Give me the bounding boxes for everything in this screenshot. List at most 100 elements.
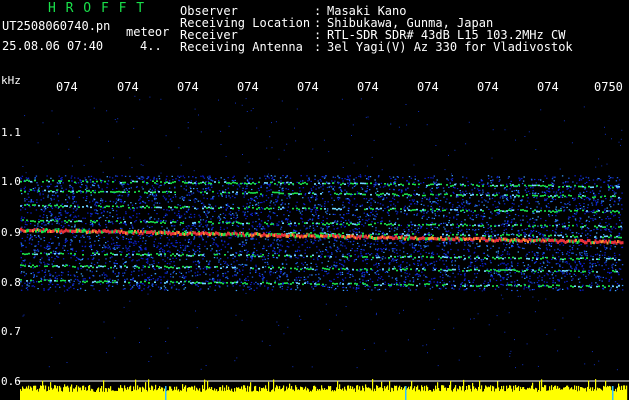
- time-tick: 074: [117, 80, 139, 94]
- noise-speck: [256, 127, 258, 129]
- noise-speck: [342, 167, 344, 168]
- noise-speck: [477, 313, 479, 315]
- noise-speck: [341, 98, 343, 100]
- signal-line: [22, 251, 620, 261]
- noise-speck: [426, 344, 428, 346]
- time-tick: 074: [56, 80, 78, 94]
- noise-speck: [492, 129, 494, 131]
- noise-speck: [133, 127, 135, 129]
- noise-speck: [583, 106, 585, 108]
- noise-speck: [292, 366, 294, 368]
- noise-speck: [281, 100, 283, 102]
- noise-speck: [147, 293, 149, 295]
- noise-speck: [148, 327, 150, 329]
- noise-speck: [218, 99, 219, 101]
- noise-speck: [160, 172, 162, 174]
- signal-line: [20, 264, 618, 273]
- noise-speck: [165, 341, 167, 342]
- noise-speck: [479, 355, 481, 357]
- noise-speck: [508, 312, 510, 314]
- noise-speck: [616, 369, 618, 371]
- noise-speck: [381, 169, 383, 171]
- noise-speck: [296, 108, 298, 110]
- noise-speck: [271, 147, 273, 149]
- noise-speck: [113, 157, 115, 159]
- noise-speck: [68, 148, 70, 150]
- noise-speck: [114, 337, 116, 339]
- noise-speck: [335, 314, 337, 316]
- noise-speck: [194, 108, 196, 110]
- noise-speck: [491, 157, 493, 159]
- noise-speck: [571, 142, 573, 144]
- noise-speck: [312, 148, 314, 150]
- noise-speck: [504, 129, 506, 131]
- noise-speck: [241, 104, 243, 106]
- noise-speck: [468, 121, 470, 123]
- noise-speck: [510, 350, 512, 352]
- noise-speck: [390, 123, 392, 125]
- noise-speck: [140, 164, 142, 166]
- noise-speck: [429, 299, 430, 301]
- noise-speck: [367, 116, 369, 118]
- noise-speck: [193, 170, 195, 172]
- noise-speck: [422, 345, 424, 347]
- noise-speck: [563, 120, 565, 122]
- noise-speck: [515, 367, 516, 369]
- noise-speck: [366, 165, 368, 167]
- noise-speck: [200, 131, 202, 133]
- noise-speck: [398, 312, 400, 314]
- noise-speck: [352, 124, 354, 126]
- noise-speck: [114, 119, 116, 120]
- noise-speck: [519, 295, 521, 297]
- noise-speck: [51, 337, 53, 338]
- noise-speck: [373, 139, 375, 141]
- noise-speck: [105, 352, 107, 354]
- noise-speck: [418, 111, 420, 112]
- noise-speck: [278, 324, 280, 326]
- noise-speck: [517, 295, 519, 297]
- noise-speck: [601, 165, 603, 167]
- noise-speck: [242, 154, 243, 155]
- noise-speck: [595, 166, 597, 168]
- noise-speck: [275, 121, 277, 123]
- noise-speck: [167, 327, 169, 329]
- noise-speck: [25, 172, 27, 174]
- noise-speck: [426, 124, 428, 126]
- noise-speck: [598, 360, 600, 362]
- noise-speck: [195, 310, 196, 312]
- noise-speck: [405, 104, 407, 105]
- noise-speck: [444, 169, 446, 171]
- noise-speck: [604, 126, 605, 128]
- noise-speck: [526, 343, 528, 345]
- signal-line: [20, 279, 620, 289]
- noise-speck: [271, 122, 272, 124]
- noise-speck: [504, 331, 506, 333]
- noise-speck: [51, 110, 53, 112]
- noise-speck: [103, 321, 105, 323]
- noise-speck: [557, 350, 559, 352]
- noise-speck: [294, 127, 295, 129]
- noise-speck: [407, 339, 409, 341]
- noise-speck: [37, 142, 39, 144]
- noise-speck: [283, 333, 285, 335]
- noise-speck: [167, 352, 169, 354]
- noise-speck: [370, 299, 372, 301]
- time-tick: 074: [417, 80, 439, 94]
- noise-speck: [165, 135, 167, 137]
- noise-speck: [139, 99, 141, 101]
- noise-speck: [269, 345, 271, 346]
- noise-speck: [375, 314, 377, 316]
- noise-speck: [559, 168, 561, 170]
- noise-speck: [276, 321, 278, 323]
- time-tick: 0750: [594, 80, 623, 94]
- time-tick: 074: [237, 80, 259, 94]
- noise-speck: [311, 366, 313, 368]
- y-tick-label: 0.8: [1, 276, 21, 289]
- time-tick: 074: [477, 80, 499, 94]
- noise-speck: [150, 356, 152, 358]
- noise-speck: [134, 95, 136, 97]
- noise-speck: [524, 136, 526, 137]
- noise-speck: [266, 147, 268, 149]
- minute-marker: [612, 386, 614, 400]
- noise-speck: [64, 290, 66, 292]
